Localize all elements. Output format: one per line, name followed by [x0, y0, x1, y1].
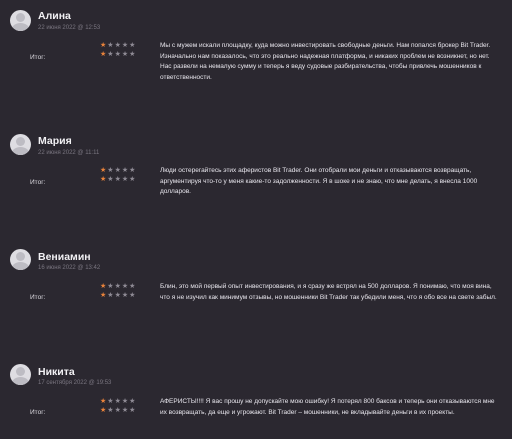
star-icon: ★ — [107, 42, 115, 49]
star-icon: ★ — [129, 292, 137, 299]
star-icon: ★ — [114, 407, 122, 414]
star-icon: ★ — [107, 167, 115, 174]
reviewer-name: Вениамин — [38, 251, 91, 263]
review-text: Блин, это мой первый опыт инвестирования… — [160, 283, 497, 301]
star-icon: ★ — [114, 167, 122, 174]
user-avatar-icon — [10, 249, 31, 270]
star-icon: ★ — [129, 42, 137, 49]
star-icon: ★ — [107, 176, 115, 183]
rating-label: Итог: — [30, 409, 46, 416]
star-row: ★★★★★ — [100, 282, 136, 291]
star-icon: ★ — [107, 398, 115, 405]
star-icon: ★ — [107, 51, 115, 58]
rating-stars: ★★★★★ ★★★★★ — [100, 41, 136, 59]
rating-stars: ★★★★★ ★★★★★ — [100, 397, 136, 415]
star-icon: ★ — [114, 398, 122, 405]
star-icon: ★ — [114, 42, 122, 49]
star-row: ★★★★★ — [100, 175, 136, 184]
star-icon: ★ — [129, 283, 137, 290]
star-icon: ★ — [114, 51, 122, 58]
star-icon: ★ — [107, 292, 115, 299]
reviewer-name: Алина — [38, 10, 71, 22]
rating-label: Итог: — [30, 294, 46, 301]
star-icon: ★ — [114, 292, 122, 299]
star-row: ★★★★★ — [100, 41, 136, 50]
review-date: 17 сентября 2022 @ 19:53 — [38, 380, 112, 386]
rating-stars: ★★★★★ ★★★★★ — [100, 166, 136, 184]
star-row: ★★★★★ — [100, 50, 136, 59]
rating-label: Итог: — [30, 179, 46, 186]
star-icon: ★ — [114, 283, 122, 290]
star-icon: ★ — [129, 51, 137, 58]
star-icon: ★ — [107, 407, 115, 414]
review-text: Мы с мужем искали площадку, куда можно и… — [160, 42, 491, 81]
review-date: 22 июня 2022 @ 11:11 — [38, 150, 100, 156]
star-row: ★★★★★ — [100, 166, 136, 175]
star-icon: ★ — [129, 176, 137, 183]
user-avatar-icon — [10, 10, 31, 31]
review-date: 16 июня 2022 @ 13:42 — [38, 265, 101, 271]
star-row: ★★★★★ — [100, 406, 136, 415]
star-row: ★★★★★ — [100, 397, 136, 406]
review-text: АФЕРИСТЫ!!!! Я вас прошу не допускайте м… — [160, 398, 495, 416]
star-icon: ★ — [129, 167, 137, 174]
star-icon: ★ — [129, 398, 137, 405]
reviewer-name: Мария — [38, 135, 72, 147]
star-icon: ★ — [129, 407, 137, 414]
rating-stars: ★★★★★ ★★★★★ — [100, 282, 136, 300]
user-avatar-icon — [10, 364, 31, 385]
rating-label: Итог: — [30, 54, 46, 61]
review-text: Люди остерегайтесь этих аферистов Bit Tr… — [160, 167, 478, 195]
user-avatar-icon — [10, 134, 31, 155]
star-icon: ★ — [114, 176, 122, 183]
review-date: 22 июня 2022 @ 12:53 — [38, 25, 101, 31]
star-row: ★★★★★ — [100, 291, 136, 300]
reviewer-name: Никита — [38, 366, 75, 378]
star-icon: ★ — [107, 283, 115, 290]
